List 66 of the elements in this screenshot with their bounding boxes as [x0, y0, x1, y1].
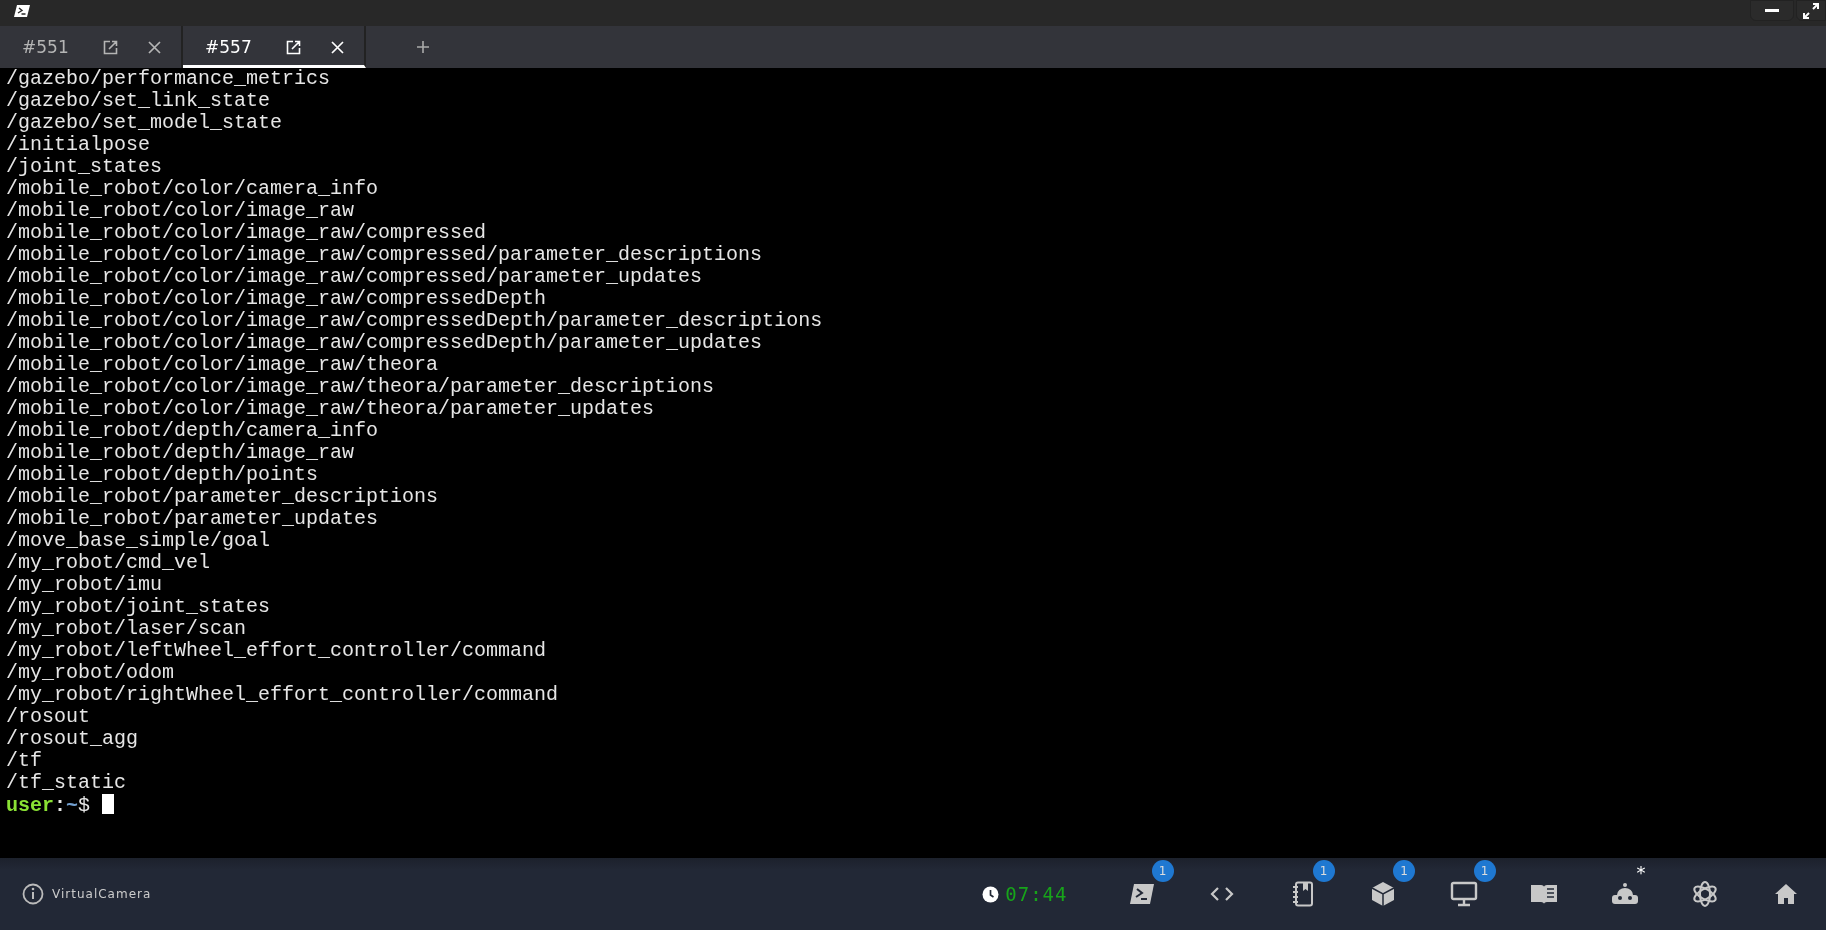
prompt-path: ~ [66, 794, 79, 817]
restore-icon [1803, 2, 1819, 19]
close-icon[interactable] [148, 40, 161, 54]
text-cursor [102, 794, 115, 814]
clock-icon [982, 885, 1000, 903]
terminal-line: /mobile_robot/color/image_raw/compressedDepth [6, 288, 548, 310]
terminal-line: /mobile_robot/depth/camera_info [6, 420, 380, 442]
terminal-line: /joint_states [6, 156, 164, 178]
notebook-icon[interactable] [1291, 881, 1314, 907]
prompt-user: user [6, 794, 54, 817]
robot-icon[interactable] [1610, 882, 1639, 906]
terminal-line: /mobile_robot/color/camera_info [6, 178, 380, 200]
prompt-separator: : [54, 794, 67, 817]
book-icon[interactable] [1530, 883, 1559, 905]
count-badge: 1 [1393, 860, 1415, 882]
status-text: VirtualCamera [52, 887, 153, 901]
restore-button[interactable] [1796, 0, 1826, 21]
terminal-line: /gazebo/set_link_state [6, 90, 272, 112]
minimize-icon [1765, 9, 1779, 12]
terminal-line: /mobile_robot/depth/image_raw [6, 442, 356, 464]
knot-icon[interactable] [1691, 880, 1720, 908]
terminal-logo-icon [14, 4, 30, 18]
home-icon[interactable] [1773, 883, 1798, 905]
count-badge: 1 [1151, 860, 1174, 882]
terminal-line: /initialpose [6, 134, 152, 156]
info-icon[interactable] [22, 883, 44, 905]
terminal-line: /gazebo/set_model_state [6, 112, 284, 134]
terminal-line: /rosout [6, 706, 91, 728]
terminal-line: /mobile_robot/color/image_raw [6, 200, 356, 222]
terminal-line: /move_base_simple/goal [6, 530, 272, 552]
minimize-button[interactable] [1750, 0, 1794, 21]
terminal-line: /my_robot/imu [6, 574, 164, 596]
asterisk-label: * [1636, 862, 1646, 883]
terminal-line: /mobile_robot/color/image_raw/compressed [6, 222, 488, 244]
terminal-line: /mobile_robot/color/image_raw/compressedDepth/parameter_updates [6, 332, 764, 354]
add-tab-icon[interactable] [416, 40, 430, 54]
terminal-line: /my_robot/odom [6, 662, 176, 684]
prompt-symbol: $ [78, 794, 91, 817]
terminal-line: /tf [6, 750, 43, 772]
terminal-line: /mobile_robot/parameter_descriptions [6, 486, 440, 508]
terminal-line: /mobile_robot/color/image_raw/theora/parameter_descriptions [6, 376, 716, 398]
terminal-line: /tf_static [6, 772, 128, 794]
terminal-line: /mobile_robot/color/image_raw/theora [6, 354, 440, 376]
terminal-line: /rosout_agg [6, 728, 140, 750]
terminal-line: /mobile_robot/depth/points [6, 464, 320, 486]
terminal-line: /my_robot/laser/scan [6, 618, 248, 640]
session-timer: 07:44 [1005, 883, 1068, 905]
terminal-line: /mobile_robot/color/image_raw/compressed/parameter_descriptions [6, 244, 764, 266]
terminal-line: /mobile_robot/color/image_raw/compressed/parameter_updates [6, 266, 704, 288]
tab-label: #551 [22, 37, 70, 57]
count-badge: 1 [1473, 860, 1496, 882]
tab-label: #557 [205, 37, 253, 57]
terminal-line: /mobile_robot/color/image_raw/compressedDepth/parameter_descriptions [6, 310, 824, 332]
terminal-line: /my_robot/leftWheel_effort_controller/command [6, 640, 548, 662]
terminal-line: /my_robot/cmd_vel [6, 552, 212, 574]
terminal-line: /mobile_robot/parameter_updates [6, 508, 380, 530]
cube-icon[interactable] [1371, 881, 1396, 907]
count-badge: 1 [1312, 860, 1335, 882]
terminal-line: /gazebo/performance_metrics [6, 68, 332, 90]
terminal-line: /mobile_robot/color/image_raw/theora/parameter_updates [6, 398, 656, 420]
terminal-icon[interactable] [1128, 883, 1155, 905]
terminal-line: /my_robot/rightWheel_effort_controller/command [6, 684, 560, 706]
terminal-line: /my_robot/joint_states [6, 596, 272, 618]
code-icon[interactable] [1210, 886, 1235, 902]
popout-icon[interactable] [103, 39, 118, 55]
monitor-icon[interactable] [1449, 881, 1478, 907]
